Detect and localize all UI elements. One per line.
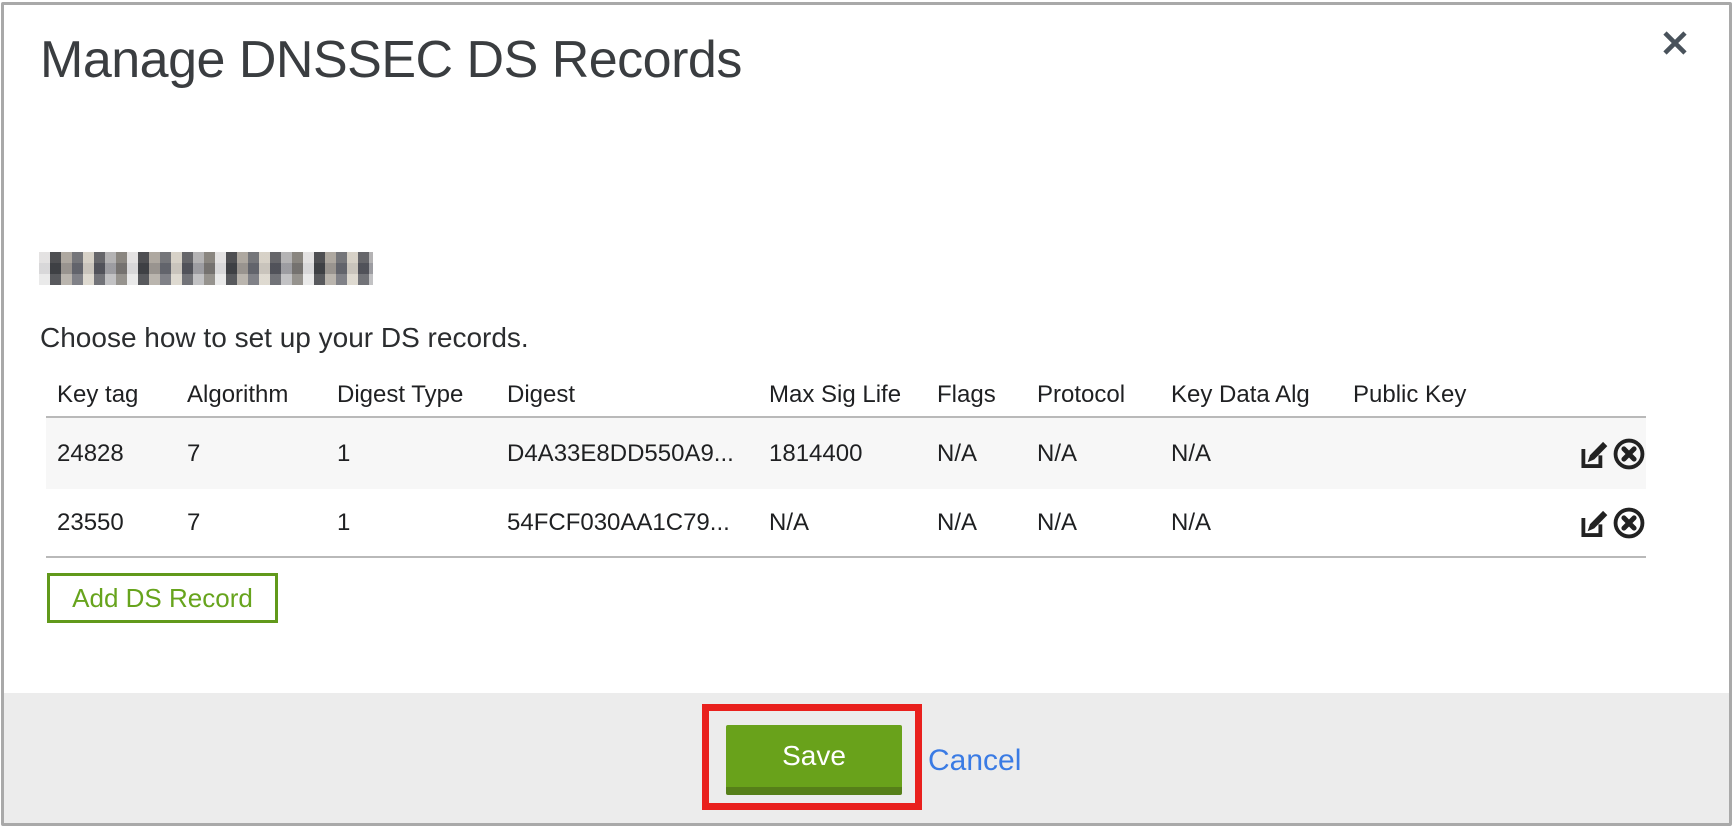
cell-actions — [1510, 417, 1646, 489]
delete-icon[interactable] — [1612, 437, 1646, 471]
cell-protocol: N/A — [1037, 489, 1171, 557]
cell-flags: N/A — [937, 417, 1037, 489]
ds-records-table: Key tag Algorithm Digest Type Digest Max… — [46, 373, 1646, 558]
column-header-key-data-alg: Key Data Alg — [1171, 373, 1353, 417]
cell-protocol: N/A — [1037, 417, 1171, 489]
column-header-flags: Flags — [937, 373, 1037, 417]
edit-icon[interactable] — [1577, 506, 1611, 540]
table-row: 23550 7 1 54FCF030AA1C79... N/A N/A N/A … — [46, 489, 1646, 557]
cell-flags: N/A — [937, 489, 1037, 557]
cell-key-tag: 23550 — [46, 489, 187, 557]
dnssec-dialog: Manage DNSSEC DS Records Choose how to s… — [0, 0, 1734, 830]
cell-digest: D4A33E8DD550A9... — [507, 417, 769, 489]
column-header-protocol: Protocol — [1037, 373, 1171, 417]
column-header-key-tag: Key tag — [46, 373, 187, 417]
close-icon — [1658, 47, 1692, 64]
cell-key-tag: 24828 — [46, 417, 187, 489]
domain-name-redacted — [39, 252, 373, 285]
add-ds-record-button[interactable]: Add DS Record — [47, 573, 278, 623]
column-header-actions — [1510, 373, 1646, 417]
column-header-public-key: Public Key — [1353, 373, 1510, 417]
cell-max-sig-life: 1814400 — [769, 417, 937, 489]
column-header-digest-type: Digest Type — [337, 373, 507, 417]
cell-algorithm: 7 — [187, 489, 337, 557]
close-button[interactable] — [1658, 26, 1692, 60]
cell-key-data-alg: N/A — [1171, 489, 1353, 557]
dialog-subtitle: Choose how to set up your DS records. — [40, 322, 529, 354]
column-header-digest: Digest — [507, 373, 769, 417]
cancel-link[interactable]: Cancel — [928, 744, 1021, 778]
table-row: 24828 7 1 D4A33E8DD550A9... 1814400 N/A … — [46, 417, 1646, 489]
edit-icon[interactable] — [1577, 437, 1611, 471]
save-button[interactable]: Save — [726, 725, 902, 795]
cell-key-data-alg: N/A — [1171, 417, 1353, 489]
page-title: Manage DNSSEC DS Records — [40, 30, 742, 90]
cell-digest-type: 1 — [337, 489, 507, 557]
column-header-algorithm: Algorithm — [187, 373, 337, 417]
cell-algorithm: 7 — [187, 417, 337, 489]
table-header-row: Key tag Algorithm Digest Type Digest Max… — [46, 373, 1646, 417]
delete-icon[interactable] — [1612, 506, 1646, 540]
cell-public-key — [1353, 417, 1510, 489]
cell-digest-type: 1 — [337, 417, 507, 489]
cell-max-sig-life: N/A — [769, 489, 937, 557]
cell-actions — [1510, 489, 1646, 557]
cell-public-key — [1353, 489, 1510, 557]
cell-digest: 54FCF030AA1C79... — [507, 489, 769, 557]
column-header-max-sig-life: Max Sig Life — [769, 373, 937, 417]
